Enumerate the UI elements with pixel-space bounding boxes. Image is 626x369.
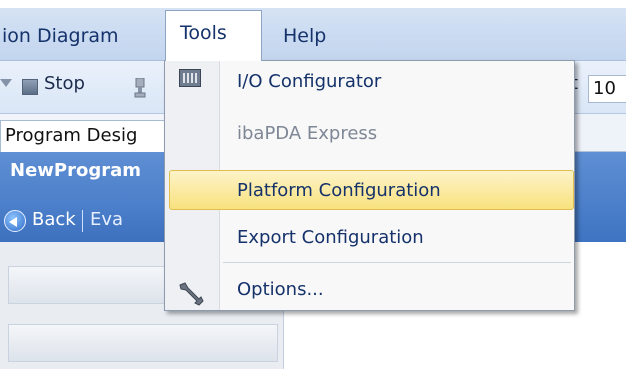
stop-icon[interactable] — [22, 79, 38, 95]
menu-item-platform-configuration[interactable]: Platform Configuration — [169, 170, 574, 210]
menu-item-label: Platform Configuration — [237, 180, 441, 201]
menu-item-io-configurator[interactable]: I/O Configurator — [169, 63, 570, 101]
plug-icon[interactable] — [133, 78, 147, 98]
evaluate-link[interactable]: Eva — [90, 209, 123, 230]
menu-help[interactable]: Help — [283, 16, 326, 56]
dropdown-arrow-icon[interactable] — [0, 79, 12, 87]
menu-diagram[interactable]: ion Diagram — [2, 16, 119, 56]
menu-item-label: ibaPDA Express — [237, 123, 378, 144]
back-button[interactable]: Back — [32, 209, 76, 230]
right-tab-strip — [574, 114, 626, 152]
menu-tools[interactable]: Tools — [165, 10, 262, 61]
window-top-strip — [0, 0, 626, 8]
menu-item-label: I/O Configurator — [237, 71, 382, 92]
tools-dropdown-menu: I/O Configurator ibaPDA Express Platform… — [164, 60, 575, 311]
panel-row[interactable] — [8, 324, 278, 362]
program-title: NewProgram — [10, 160, 142, 181]
menu-item-options[interactable]: Options... — [169, 271, 570, 309]
stop-button[interactable]: Stop — [44, 73, 85, 94]
right-header-bar — [574, 152, 626, 242]
menu-item-export-configuration[interactable]: Export Configuration — [169, 219, 570, 257]
menu-item-ibapda-express: ibaPDA Express — [169, 115, 570, 153]
menu-separator — [223, 262, 571, 263]
menu-item-label: Export Configuration — [237, 227, 424, 248]
back-arrow-icon[interactable] — [4, 210, 26, 232]
nav-separator — [82, 210, 83, 232]
menubar: ion Diagram Help — [0, 8, 626, 61]
toolbar-value-field[interactable]: 10 — [588, 75, 626, 103]
wrench-icon — [179, 282, 204, 306]
io-configurator-icon — [179, 69, 201, 87]
menu-item-label: Options... — [237, 279, 324, 300]
tab-program-design[interactable]: Program Desig — [0, 120, 165, 152]
